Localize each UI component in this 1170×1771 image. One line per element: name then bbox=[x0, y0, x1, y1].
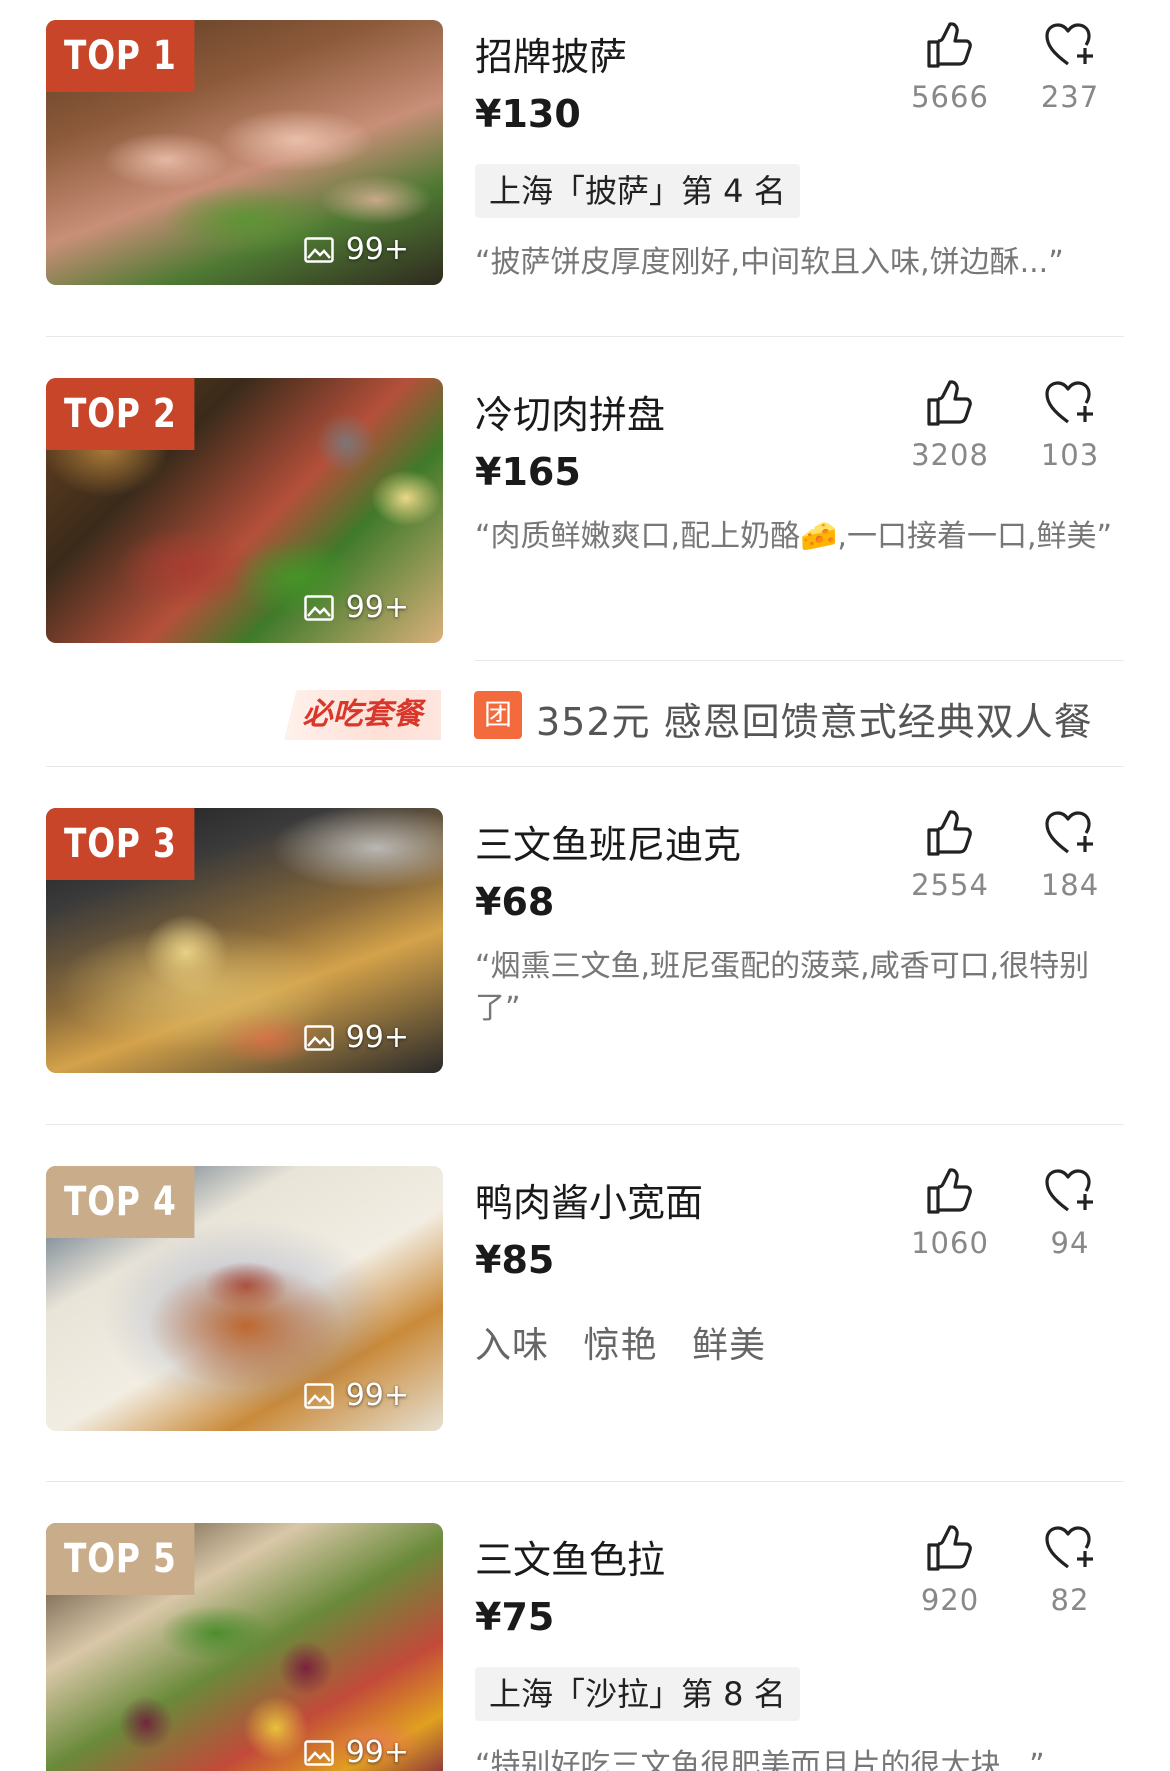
review-quote: “肉质鲜嫩爽口,配上奶酪🧀,一口接着一口,鲜美” bbox=[475, 519, 1113, 554]
dish-tags: 入味 惊艳 鲜美 bbox=[475, 1316, 788, 1368]
photo-count-label: 99+ bbox=[345, 1378, 409, 1413]
divider bbox=[475, 660, 1124, 661]
dish-name[interactable]: 三文鱼色拉 bbox=[475, 1529, 665, 1584]
favorite-count: 103 bbox=[1040, 438, 1100, 472]
review-quote: “披萨饼皮厚度刚好,中间软且入味,饼边酥...” bbox=[475, 245, 1064, 280]
dish-name[interactable]: 招牌披萨 bbox=[475, 26, 627, 81]
dish-card[interactable]: TOP 1 99+ 招牌披萨 ¥130 5666 237 上海「披萨」第 4 名… bbox=[0, 20, 1170, 320]
like-button[interactable]: 3208 bbox=[890, 378, 1010, 472]
dish-name[interactable]: 三文鱼班尼迪克 bbox=[475, 814, 741, 869]
dish-tag: 入味 bbox=[475, 1325, 550, 1366]
dish-card[interactable]: TOP 4 99+ 鸭肉酱小宽面 ¥85 1060 94 入味 惊艳 鲜美 bbox=[0, 1166, 1170, 1466]
divider bbox=[46, 336, 1124, 337]
photo-count-label: 99+ bbox=[345, 232, 409, 267]
like-count: 2554 bbox=[911, 868, 989, 902]
like-button[interactable]: 920 bbox=[890, 1523, 1010, 1617]
like-button[interactable]: 5666 bbox=[890, 20, 1010, 114]
dish-price: ¥165 bbox=[475, 450, 581, 494]
favorite-button[interactable]: 82 bbox=[1010, 1523, 1130, 1617]
dish-card[interactable]: TOP 5 99+ 三文鱼色拉 ¥75 920 82 上海「沙拉」第 8 名 “… bbox=[0, 1523, 1170, 1771]
must-eat-set-badge: 必吃套餐 bbox=[284, 690, 441, 740]
dish-card[interactable]: TOP 2 99+ 冷切肉拼盘 ¥165 3208 103 “肉质鲜嫩爽口,配上… bbox=[0, 378, 1170, 668]
dish-card[interactable]: TOP 3 99+ 三文鱼班尼迪克 ¥68 2554 184 “烟熏三文鱼,班尼… bbox=[0, 808, 1170, 1108]
dish-photo[interactable]: TOP 5 99+ bbox=[46, 1523, 443, 1771]
favorite-button[interactable]: 237 bbox=[1010, 20, 1130, 114]
photo-count[interactable]: 99+ bbox=[303, 232, 409, 267]
photo-count[interactable]: 99+ bbox=[303, 1735, 409, 1770]
divider bbox=[46, 766, 1124, 767]
rank-badge: TOP 2 bbox=[46, 378, 195, 450]
thumbs-up-icon bbox=[927, 1525, 972, 1571]
dish-photo[interactable]: TOP 4 99+ bbox=[46, 1166, 443, 1431]
dish-tag: 惊艳 bbox=[583, 1325, 658, 1366]
thumbs-up-icon bbox=[927, 1168, 972, 1214]
dish-price: ¥130 bbox=[475, 92, 581, 136]
dish-photo[interactable]: TOP 3 99+ bbox=[46, 808, 443, 1073]
dish-name[interactable]: 冷切肉拼盘 bbox=[475, 384, 665, 439]
favorite-count: 94 bbox=[1050, 1226, 1090, 1260]
photo-count[interactable]: 99+ bbox=[303, 1020, 409, 1055]
thumbs-up-icon bbox=[927, 380, 972, 426]
dish-price: ¥85 bbox=[475, 1238, 555, 1282]
image-icon bbox=[303, 236, 334, 263]
review-quote: “烟熏三文鱼,班尼蛋配的菠菜,咸香可口,很特别了” bbox=[475, 949, 1090, 1026]
photo-count[interactable]: 99+ bbox=[303, 590, 409, 625]
set-meal-title[interactable]: 352元 感恩回馈意式经典双人餐 bbox=[536, 691, 1093, 746]
rank-badge: TOP 4 bbox=[46, 1166, 195, 1238]
rank-badge: TOP 3 bbox=[46, 808, 195, 880]
favorite-count: 237 bbox=[1040, 80, 1100, 114]
like-count: 3208 bbox=[911, 438, 989, 472]
heart-plus-icon bbox=[1045, 23, 1093, 66]
thumbs-up-icon bbox=[927, 810, 972, 856]
favorite-button[interactable]: 94 bbox=[1010, 1166, 1130, 1260]
dish-photo[interactable]: TOP 1 99+ bbox=[46, 20, 443, 285]
heart-plus-icon bbox=[1045, 811, 1093, 854]
dish-price: ¥75 bbox=[475, 1595, 555, 1639]
favorite-button[interactable]: 184 bbox=[1010, 808, 1130, 902]
rank-badge: TOP 1 bbox=[46, 20, 195, 92]
heart-plus-icon bbox=[1045, 1169, 1093, 1212]
category-rank-tag[interactable]: 上海「披萨」第 4 名 bbox=[475, 164, 800, 218]
heart-plus-icon bbox=[1045, 1526, 1093, 1569]
thumbs-up-icon bbox=[927, 22, 972, 68]
dish-tag: 鲜美 bbox=[691, 1325, 766, 1366]
photo-count-label: 99+ bbox=[345, 1735, 409, 1770]
photo-count-label: 99+ bbox=[345, 1020, 409, 1055]
favorite-count: 184 bbox=[1040, 868, 1100, 902]
set-meal-row[interactable]: 必吃套餐 团 352元 感恩回馈意式经典双人餐 bbox=[0, 675, 1170, 765]
image-icon bbox=[303, 1024, 334, 1051]
group-buy-icon: 团 bbox=[474, 691, 522, 739]
dish-name[interactable]: 鸭肉酱小宽面 bbox=[475, 1172, 703, 1227]
divider bbox=[46, 1124, 1124, 1125]
photo-count-label: 99+ bbox=[345, 590, 409, 625]
divider bbox=[46, 1481, 1124, 1482]
like-count: 5666 bbox=[911, 80, 989, 114]
heart-plus-icon bbox=[1045, 381, 1093, 424]
image-icon bbox=[303, 594, 334, 621]
dish-price: ¥68 bbox=[475, 880, 555, 924]
review-quote: “特别好吃三文鱼很肥美而且片的很大块...” bbox=[475, 1748, 1045, 1771]
rank-badge: TOP 5 bbox=[46, 1523, 195, 1595]
like-count: 920 bbox=[920, 1583, 980, 1617]
dish-photo[interactable]: TOP 2 99+ bbox=[46, 378, 443, 643]
like-button[interactable]: 1060 bbox=[890, 1166, 1010, 1260]
image-icon bbox=[303, 1382, 334, 1409]
favorite-count: 82 bbox=[1050, 1583, 1090, 1617]
like-count: 1060 bbox=[911, 1226, 989, 1260]
photo-count[interactable]: 99+ bbox=[303, 1378, 409, 1413]
favorite-button[interactable]: 103 bbox=[1010, 378, 1130, 472]
image-icon bbox=[303, 1739, 334, 1766]
category-rank-tag[interactable]: 上海「沙拉」第 8 名 bbox=[475, 1667, 800, 1721]
like-button[interactable]: 2554 bbox=[890, 808, 1010, 902]
